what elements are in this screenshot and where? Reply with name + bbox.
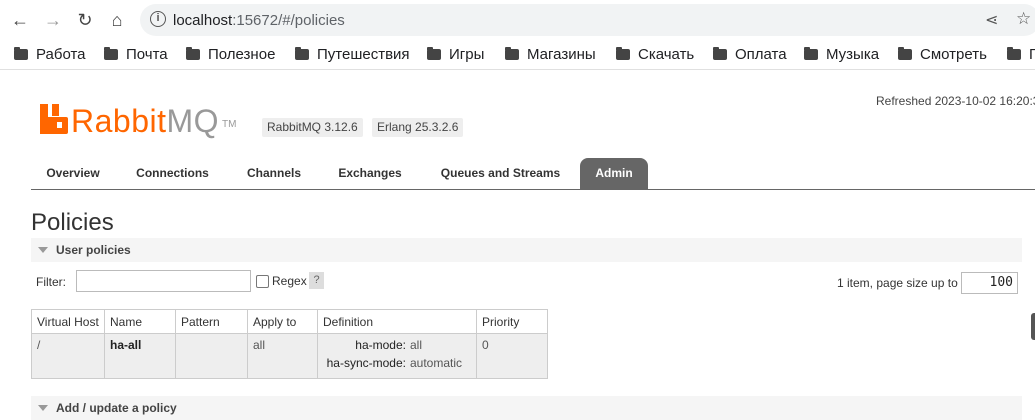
folder-icon [616,47,630,60]
logo-mq-text: MQ [166,103,220,139]
rabbit-logo-icon [40,104,68,134]
bookmark-folder[interactable]: Игры [427,46,484,63]
filter-input[interactable] [76,270,251,292]
url-path: :15672/#/policies [232,12,345,29]
priority-cell: 0 [476,333,548,379]
vhost-cell: / [31,333,105,379]
folder-icon [104,47,118,60]
folder-icon [713,47,727,60]
bookmark-label: Музыка [826,46,880,63]
folder-icon [804,47,818,60]
table-header-row: Virtual Host Name Pattern Apply to Defin… [31,309,548,334]
folder-icon [186,47,200,60]
column-header: Virtual Host [31,309,105,334]
add-policy-header[interactable]: Add / update a policy [31,396,1022,420]
bookmark-folder[interactable]: Магазины [505,46,596,63]
logo-rabbit-text: Rabbit [71,103,167,139]
tab-exchanges[interactable]: Exchanges [326,158,414,189]
logo-trademark: TM [222,119,237,130]
bookmark-label: Скачать [638,46,695,63]
column-header: Name [104,309,176,334]
bookmark-label: Полезное [208,46,276,63]
rabbitmq-logo[interactable]: RabbitMQ TM [40,98,237,138]
tab-admin[interactable]: Admin [580,158,648,189]
bookmark-folder[interactable]: Музыка [804,46,879,63]
section-title: Add / update a policy [56,401,177,415]
home-icon[interactable]: ⌂ [105,8,129,32]
forward-icon[interactable]: → [41,8,65,32]
definition-value: automatic [410,356,463,370]
bookmarks-bar: Работа Почта Полезное Путешествия Игры М… [0,40,1035,70]
column-header: Definition [317,309,477,334]
back-icon[interactable]: ← [8,8,32,32]
browser-toolbar: ← → ↻ ⌂ i localhost:15672/#/policies ⋖ ☆ [0,0,1035,40]
bookmark-folder[interactable]: Почта [104,46,168,63]
policies-table: Virtual Host Name Pattern Apply to Defin… [31,309,548,379]
side-panel-handle[interactable] [1031,313,1035,340]
column-header: Priority [476,309,548,334]
pattern-cell [175,333,248,379]
regex-checkbox[interactable] [256,275,269,288]
site-info-icon[interactable]: i [150,11,166,27]
definition-entry: ha-mode: all [323,338,471,352]
refreshed-timestamp[interactable]: Refreshed 2023-10-02 16:20:32 [876,94,1035,108]
url-text[interactable]: localhost:15672/#/policies [173,12,345,29]
tab-channels[interactable]: Channels [235,158,313,189]
bookmark-label: Смотреть [920,46,987,63]
bookmark-folder[interactable]: П [1007,46,1035,63]
bookmark-label: Путешествия [317,46,410,63]
folder-icon [898,47,912,60]
page-title: Policies [31,209,114,236]
definition-key: ha-sync-mode: [326,356,406,370]
apply-to-cell: all [247,333,318,379]
bookmark-folder[interactable]: Полезное [186,46,275,63]
user-policies-header[interactable]: User policies [31,238,1022,262]
share-icon[interactable]: ⋖ [985,10,998,30]
column-header: Apply to [247,309,318,334]
collapse-triangle-icon [38,405,48,411]
url-host: localhost [173,12,233,29]
erlang-version-badge: Erlang 25.3.2.6 [372,118,464,137]
bookmark-star-icon[interactable]: ☆ [1016,9,1031,29]
pagination-label: 1 item, page size up to [837,276,958,290]
table-row[interactable]: / ha-all all ha-mode: all ha-sync-mode: … [31,333,548,379]
bookmark-label: Работа [36,46,86,63]
bookmark-label: Игры [449,46,485,63]
bookmark-label: П [1029,46,1035,63]
definition-key: ha-mode: [355,338,406,352]
collapse-triangle-icon [38,247,48,253]
column-header: Pattern [175,309,248,334]
policy-name-link[interactable]: ha-all [104,333,176,379]
reload-icon[interactable]: ↻ [73,8,97,32]
tab-queues-and-streams[interactable]: Queues and Streams [428,158,573,189]
definition-value: all [410,338,423,352]
folder-icon [1007,47,1021,60]
tab-connections[interactable]: Connections [124,158,221,189]
bookmark-folder[interactable]: Оплата [713,46,787,63]
rabbitmq-version-badge: RabbitMQ 3.12.6 [262,118,363,137]
folder-icon [14,47,28,60]
address-bar[interactable]: i localhost:15672/#/policies ⋖ ☆ [140,4,1035,36]
regex-label: Regex [272,274,307,288]
bookmark-label: Магазины [527,46,596,63]
filter-label: Filter: [36,275,66,289]
definition-entry: ha-sync-mode: automatic [323,356,471,370]
logo-wordmark: RabbitMQ [71,104,219,138]
bookmark-label: Почта [126,46,168,63]
bookmark-folder[interactable]: Путешествия [295,46,410,63]
page-size-input[interactable]: 100 [961,272,1018,294]
folder-icon [427,47,441,60]
main-tabs: Overview Connections Channels Exchanges … [31,158,1035,190]
bookmark-folder[interactable]: Работа [14,46,86,63]
help-icon[interactable]: ? [309,272,324,289]
folder-icon [505,47,519,60]
bookmark-label: Оплата [735,46,787,63]
definition-cell: ha-mode: all ha-sync-mode: automatic [317,333,477,379]
tab-overview[interactable]: Overview [31,158,115,189]
bookmark-folder[interactable]: Скачать [616,46,694,63]
folder-icon [295,47,309,60]
bookmark-folder[interactable]: Смотреть [898,46,987,63]
section-title: User policies [56,243,131,257]
